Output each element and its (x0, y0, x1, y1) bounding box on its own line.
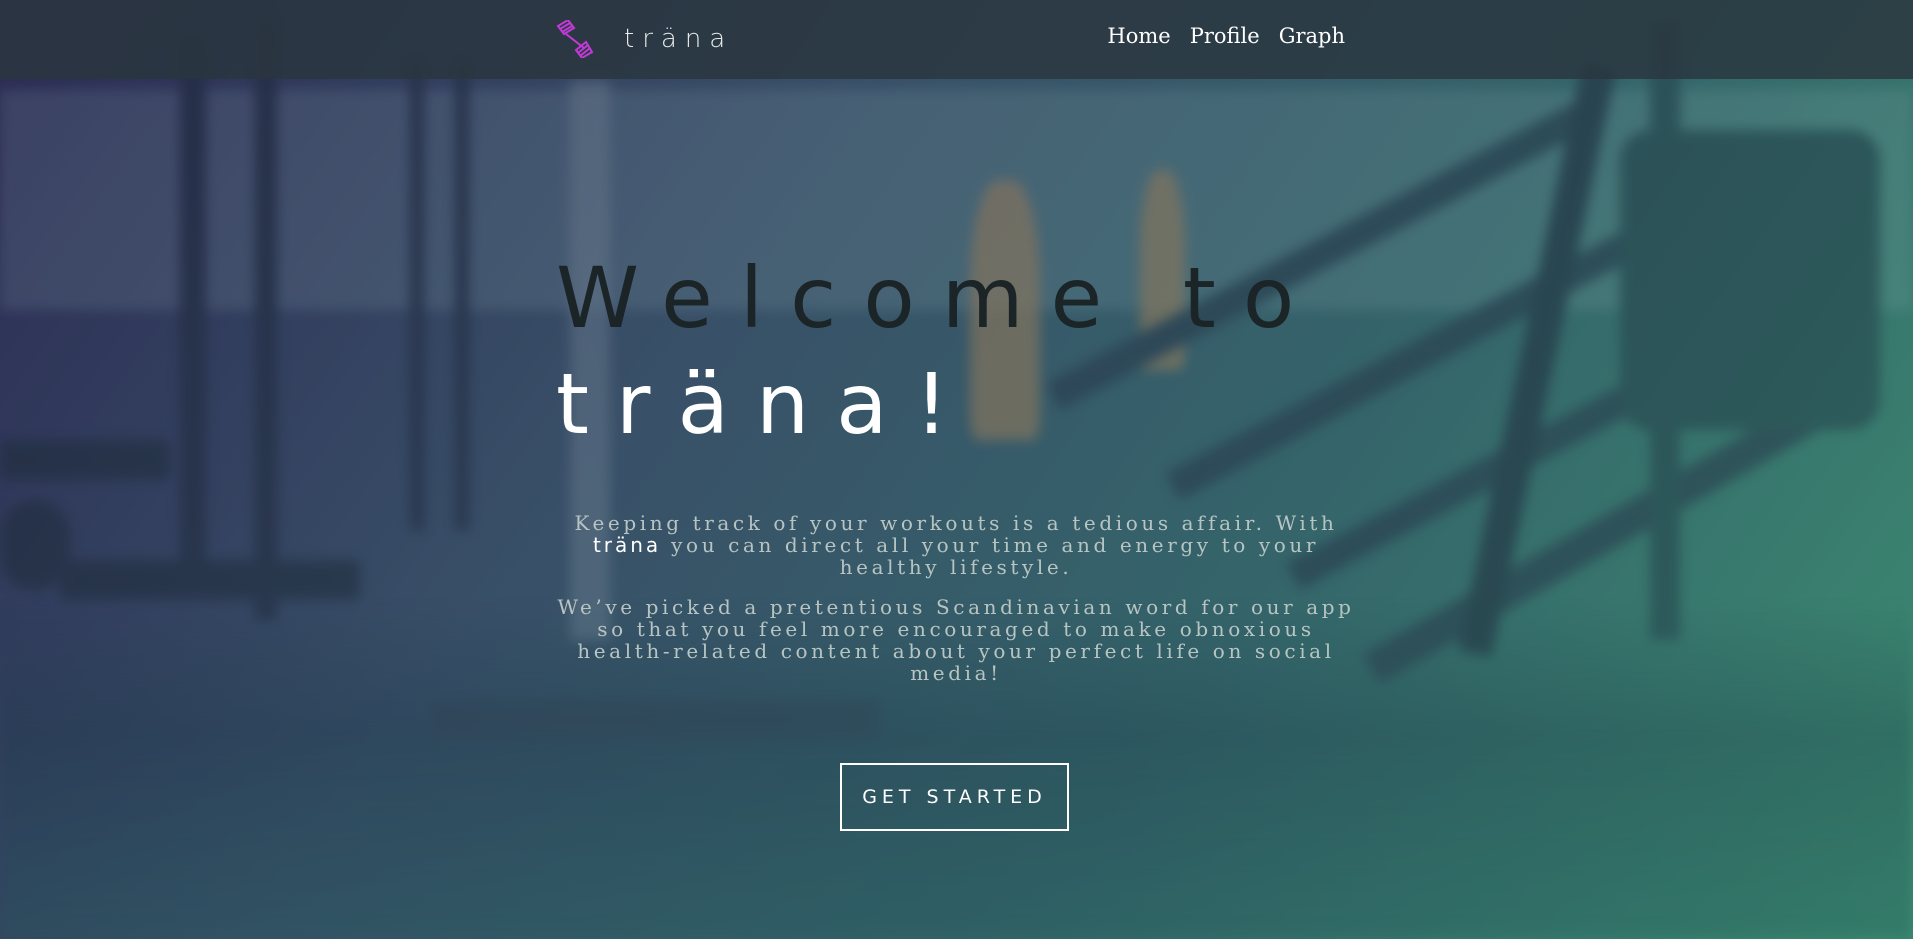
hero: Welcome to träna! (556, 245, 1356, 457)
hero-title: Welcome to träna! (556, 245, 1356, 457)
nav-home-link[interactable]: Home (1107, 24, 1170, 48)
description-p1-after: you can direct all your time and energy … (661, 533, 1320, 579)
hero-title-line1: Welcome to (556, 249, 1322, 347)
hero-title-line2: träna! (556, 355, 976, 453)
hero-description: Keeping track of your workouts is a tedi… (556, 512, 1356, 684)
landing-page: träna Home Profile Graph Welcome to trän… (0, 0, 1913, 939)
description-p1-before: Keeping track of your workouts is a tedi… (574, 511, 1338, 535)
nav-links: Home Profile Graph (1107, 24, 1345, 48)
description-paragraph-2: We’ve picked a pretentious Scandinavian … (557, 595, 1355, 685)
nav-graph-link[interactable]: Graph (1279, 24, 1345, 48)
description-brand-name: träna (592, 533, 662, 557)
nav-profile-link[interactable]: Profile (1190, 24, 1260, 48)
get-started-button[interactable]: GET STARTED (840, 763, 1069, 831)
brand[interactable]: träna (556, 20, 733, 58)
top-navbar: träna Home Profile Graph (0, 0, 1913, 79)
brand-name: träna (624, 24, 734, 54)
description-paragraph-1: Keeping track of your workouts is a tedi… (556, 512, 1356, 578)
dumbbell-logo-icon (556, 20, 594, 58)
